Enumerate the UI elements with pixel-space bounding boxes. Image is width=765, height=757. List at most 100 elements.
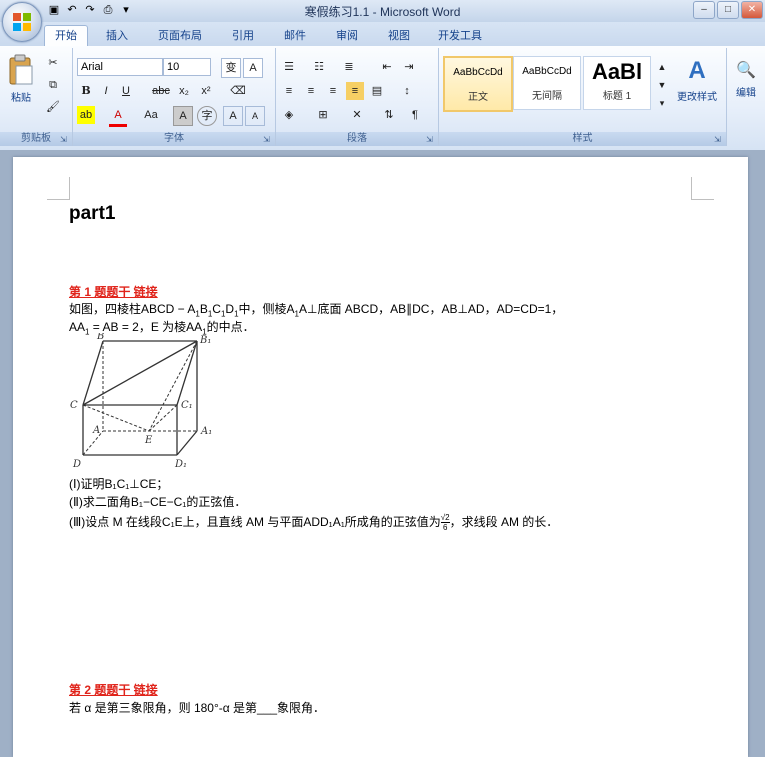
font-group-label: 字体 bbox=[73, 132, 275, 146]
strikethrough-button[interactable]: abc bbox=[149, 82, 173, 100]
style-heading1[interactable]: AaBl 标题 1 bbox=[583, 56, 651, 110]
style-heading1-name: 标题 1 bbox=[602, 91, 632, 102]
office-logo-icon bbox=[13, 13, 31, 31]
justify-icon[interactable]: ≡ bbox=[346, 82, 364, 100]
q1-part1: (Ⅰ)证明B₁C₁⊥CE； bbox=[69, 477, 169, 491]
shrink-font-button[interactable]: A bbox=[245, 106, 265, 126]
font-launcher-icon[interactable]: ⇲ bbox=[263, 135, 272, 144]
highlight-icon[interactable]: ab bbox=[77, 106, 95, 124]
style-normal[interactable]: AaBbCcDd 正文 bbox=[443, 56, 513, 112]
editing-button[interactable]: 🔍 编辑 bbox=[729, 58, 763, 99]
minimize-button[interactable]: – bbox=[693, 1, 715, 19]
format-painter-icon[interactable]: 🖌 bbox=[44, 98, 62, 116]
page-heading: part1 bbox=[69, 203, 116, 224]
margin-corner-top-right bbox=[691, 177, 714, 200]
tab-developer[interactable]: 开发工具 bbox=[428, 26, 492, 46]
margin-corner-top-left bbox=[47, 177, 70, 200]
tab-insert[interactable]: 插入 bbox=[96, 26, 138, 46]
enclose-char-icon[interactable]: 字 bbox=[197, 106, 217, 126]
font-color-button[interactable]: A bbox=[109, 106, 127, 127]
font-group: Arial 10 变 A B I U abc x₂ x² ⌫ ab A Aa A… bbox=[73, 48, 276, 146]
label-A1: A₁ bbox=[200, 426, 212, 437]
styles-launcher-icon[interactable]: ⇲ bbox=[714, 135, 723, 144]
numbering-icon[interactable]: ☷ bbox=[310, 58, 328, 76]
underline-button[interactable]: U bbox=[117, 82, 135, 100]
styles-more-icon[interactable]: ▾ bbox=[653, 94, 671, 112]
prism-figure: B B₁ C C₁ A A₁ E D D₁ bbox=[70, 333, 212, 470]
label-D1: D₁ bbox=[174, 459, 187, 470]
q1-part2: (Ⅱ)求二面角B₁−CE−C₁的正弦值． bbox=[69, 495, 247, 509]
window-title: 寒假练习1.1 - Microsoft Word bbox=[304, 5, 461, 19]
tab-page-layout[interactable]: 页面布局 bbox=[148, 26, 212, 46]
clipboard-launcher-icon[interactable]: ⇲ bbox=[60, 135, 69, 144]
show-marks-icon[interactable]: ¶ bbox=[406, 106, 424, 124]
paragraph-group-label: 段落 bbox=[276, 132, 438, 146]
align-left-icon[interactable]: ≡ bbox=[280, 82, 298, 100]
change-styles-button[interactable]: A 更改样式 bbox=[671, 54, 723, 103]
chinese-layout-icon[interactable]: ✕ bbox=[348, 106, 366, 124]
maximize-button[interactable]: □ bbox=[717, 1, 739, 19]
q2-title-link[interactable]: 第 2 题题干 链接 bbox=[69, 681, 158, 698]
line-spacing-icon[interactable]: ↕ bbox=[398, 82, 416, 100]
q1-part3: (Ⅲ)设点 M 在线段C₁E上，且直线 AM 与平面ADD₁A₁所成角的正弦值为… bbox=[69, 513, 558, 532]
change-styles-label: 更改样式 bbox=[677, 92, 717, 103]
ribbon: 粘贴 ✂ ⧉ 🖌 剪贴板 ⇲ Arial 10 变 A B I U abc x₂… bbox=[0, 46, 765, 151]
shading-icon[interactable]: ◈ bbox=[280, 106, 298, 124]
close-button[interactable]: ✕ bbox=[741, 1, 763, 19]
borders-icon[interactable]: ⊞ bbox=[314, 106, 332, 124]
window-controls: – □ ✕ bbox=[693, 1, 763, 19]
editing-label: 编辑 bbox=[736, 88, 756, 99]
copy-icon[interactable]: ⧉ bbox=[44, 76, 62, 94]
paragraph-group: ☰ ☷ ≣ ⇤ ⇥ ≡ ≡ ≡ ≡ ▤ ↕ ◈ ⊞ ✕ ⇅ ¶ 段落 ⇲ bbox=[276, 48, 439, 146]
find-icon: 🔍 bbox=[736, 62, 756, 79]
tab-review[interactable]: 审阅 bbox=[326, 26, 368, 46]
style-no-spacing[interactable]: AaBbCcDd 无间隔 bbox=[513, 56, 581, 110]
label-C1: C₁ bbox=[181, 400, 193, 411]
styles-scroll-down-icon[interactable]: ▼ bbox=[653, 76, 671, 94]
tab-mailings[interactable]: 邮件 bbox=[274, 26, 316, 46]
office-button[interactable] bbox=[2, 2, 42, 42]
q2-stem: 若 α 是第三象限角，则 180°-α 是第___象限角． bbox=[69, 701, 326, 715]
paste-label: 粘贴 bbox=[11, 93, 31, 104]
bold-button[interactable]: B bbox=[77, 82, 95, 100]
document-area: part1 第 1 题题干 链接 如图，四棱柱ABCD − A1B1C1D1中，… bbox=[0, 150, 765, 757]
font-name-select[interactable]: Arial bbox=[77, 58, 163, 76]
superscript-button[interactable]: x² bbox=[197, 82, 215, 100]
paragraph-launcher-icon[interactable]: ⇲ bbox=[426, 135, 435, 144]
fraction-numerator: √2 bbox=[440, 513, 450, 524]
document-page[interactable]: part1 第 1 题题干 链接 如图，四棱柱ABCD − A1B1C1D1中，… bbox=[13, 157, 748, 757]
change-case-button[interactable]: Aa bbox=[139, 106, 163, 124]
distributed-icon[interactable]: ▤ bbox=[368, 82, 386, 100]
ribbon-tabs: 开始 插入 页面布局 引用 邮件 审阅 视图 开发工具 bbox=[0, 22, 765, 47]
style-normal-sample: AaBbCcDd bbox=[453, 67, 503, 78]
clear-format-icon[interactable]: ⌫ bbox=[229, 82, 247, 100]
tab-home[interactable]: 开始 bbox=[44, 25, 88, 47]
sort-icon[interactable]: ⇅ bbox=[380, 106, 398, 124]
change-styles-icon: A bbox=[688, 57, 706, 84]
tab-view[interactable]: 视图 bbox=[378, 26, 420, 46]
align-center-icon[interactable]: ≡ bbox=[302, 82, 320, 100]
style-no-spacing-name: 无间隔 bbox=[532, 91, 562, 102]
q1-fraction: √2 6 bbox=[440, 513, 450, 532]
label-E: E bbox=[144, 435, 153, 446]
grow-font-icon[interactable]: 变 bbox=[221, 58, 241, 78]
clipboard-group: 粘贴 ✂ ⧉ 🖌 剪贴板 ⇲ bbox=[0, 48, 73, 146]
char-shading-button[interactable]: A bbox=[173, 106, 193, 126]
style-heading1-sample: AaBl bbox=[591, 59, 643, 84]
font-dialog-icon[interactable]: A bbox=[243, 58, 263, 78]
increase-indent-icon[interactable]: ⇥ bbox=[400, 58, 418, 76]
paste-button[interactable]: 粘贴 bbox=[4, 54, 38, 104]
q1-title-link[interactable]: 第 1 题题干 链接 bbox=[69, 283, 158, 300]
cut-icon[interactable]: ✂ bbox=[44, 54, 62, 72]
styles-scroll-up-icon[interactable]: ▲ bbox=[653, 58, 671, 76]
subscript-button[interactable]: x₂ bbox=[175, 82, 193, 100]
italic-button[interactable]: I bbox=[97, 82, 115, 100]
bullets-icon[interactable]: ☰ bbox=[280, 58, 298, 76]
decrease-indent-icon[interactable]: ⇤ bbox=[378, 58, 396, 76]
tab-references[interactable]: 引用 bbox=[222, 26, 264, 46]
q1-stem-line1: 如图，四棱柱ABCD − A1B1C1D1中，侧棱A1A⊥底面 ABCD，AB∥… bbox=[69, 302, 564, 319]
grow-font-button[interactable]: A bbox=[223, 106, 243, 126]
multilevel-list-icon[interactable]: ≣ bbox=[340, 58, 358, 76]
font-size-select[interactable]: 10 bbox=[163, 58, 211, 76]
align-right-icon[interactable]: ≡ bbox=[324, 82, 342, 100]
